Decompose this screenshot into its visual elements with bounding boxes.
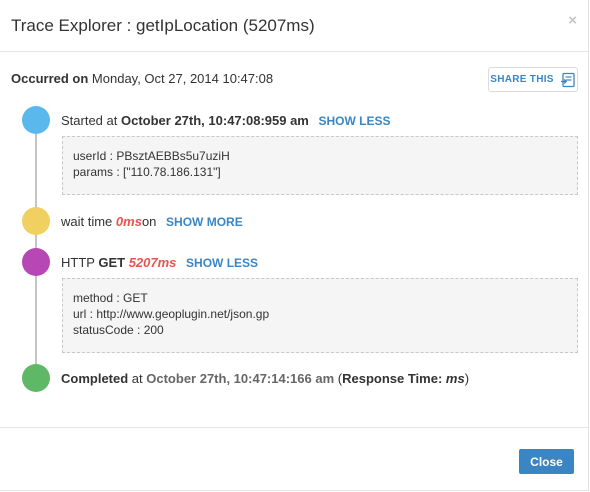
detail-line: statusCode : 200 xyxy=(73,323,164,337)
started-time: October 27th, 10:47:08:959 am xyxy=(121,113,309,128)
detail-line: method : GET xyxy=(73,291,148,305)
http-show-less-link[interactable]: SHOW LESS xyxy=(186,256,258,270)
wait-row: wait time 0mson SHOW MORE xyxy=(61,214,243,229)
http-prefix: HTTP xyxy=(61,255,95,270)
detail-line: url : http://www.geoplugin.net/json.gp xyxy=(73,307,270,321)
trace-explorer-modal: Trace Explorer : getIpLocation (5207ms) … xyxy=(0,0,589,491)
occurred-value: Monday, Oct 27, 2014 10:47:08 xyxy=(91,71,274,86)
started-prefix: Started at xyxy=(61,113,118,128)
occurred-on: Occurred on Monday, Oct 27, 2014 10:47:0… xyxy=(11,71,273,86)
timeline-dot-wait xyxy=(22,207,50,235)
completed-label: Completed xyxy=(61,371,129,386)
completed-row: Completed at October 27th, 10:47:14:166 … xyxy=(61,371,469,386)
close-button[interactable]: Close xyxy=(519,449,574,474)
footer-divider xyxy=(0,427,588,428)
started-details: userId : PBsztAEBBs5u7uziH params : ["11… xyxy=(62,136,578,195)
wait-show-more-link[interactable]: SHOW MORE xyxy=(166,215,243,229)
share-label: SHARE THIS xyxy=(490,74,554,85)
modal-title: Trace Explorer : getIpLocation (5207ms) xyxy=(11,16,315,35)
response-time-value: ms xyxy=(445,371,465,386)
response-time-label: Response Time: xyxy=(342,371,443,386)
detail-line: userId : PBsztAEBBs5u7uziH xyxy=(73,149,230,163)
http-duration: 5207ms xyxy=(128,255,177,270)
http-row: HTTP GET 5207ms SHOW LESS xyxy=(61,255,258,270)
http-method: GET xyxy=(98,255,126,270)
detail-line: params : ["110.78.186.131"] xyxy=(73,165,221,179)
started-row: Started at October 27th, 10:47:08:959 am… xyxy=(61,113,391,128)
share-icon xyxy=(560,72,575,87)
http-details: method : GET url : http://www.geoplugin.… xyxy=(62,278,578,353)
close-icon[interactable]: × xyxy=(568,13,577,28)
modal-header: Trace Explorer : getIpLocation (5207ms) … xyxy=(0,0,588,52)
timeline-dot-started xyxy=(22,106,50,134)
completed-at: at xyxy=(131,371,143,386)
completed-close-paren: ) xyxy=(464,371,470,386)
timeline-dot-completed xyxy=(22,364,50,392)
share-this-button[interactable]: SHARE THIS xyxy=(488,67,578,92)
wait-value: 0ms xyxy=(115,214,142,229)
completed-time: October 27th, 10:47:14:166 am xyxy=(146,371,335,386)
occurred-label: Occurred on xyxy=(11,71,89,86)
started-show-less-link[interactable]: SHOW LESS xyxy=(319,114,391,128)
wait-prefix: wait time xyxy=(61,214,113,229)
timeline-dot-http xyxy=(22,248,50,276)
wait-suffix: on xyxy=(141,214,157,229)
